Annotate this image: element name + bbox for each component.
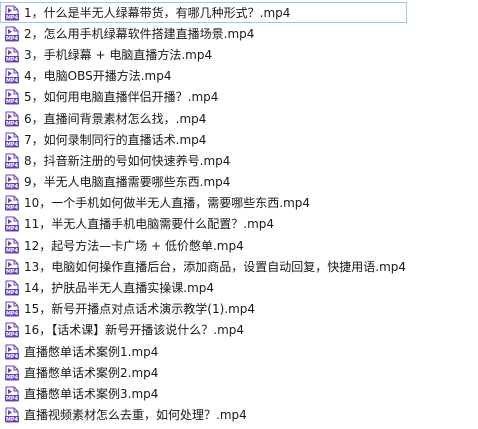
file-name-label: 11，半无人直播手机电脑需要什么配置？.mp4 [24, 217, 275, 232]
mp4-video-file-icon: MP4 [4, 216, 20, 232]
file-name-label: 直播视频素材怎么去重，如何处理？.mp4 [24, 408, 247, 423]
file-row[interactable]: MP4 16，【话术课】新号开播该说什么？.mp4 [0, 320, 478, 341]
mp4-badge-label: MP4 [6, 354, 19, 360]
mp4-video-file-icon: MP4 [4, 301, 20, 317]
mp4-badge-label: MP4 [6, 99, 19, 105]
file-name-label: 直播憋单话术案例1.mp4 [24, 344, 159, 359]
mp4-badge-label: MP4 [6, 311, 19, 317]
file-name-label: 13，电脑如何操作直播后台，添加商品，设置自动回复，快捷用语.mp4 [24, 259, 407, 274]
file-name-label: 1，什么是半无人绿幕带货，有哪几种形式？.mp4 [24, 5, 291, 20]
file-name-label: 5，如何用电脑直播伴侣开播？.mp4 [24, 90, 219, 105]
mp4-video-file-icon: MP4 [4, 132, 20, 148]
mp4-badge-label: MP4 [6, 248, 19, 254]
mp4-video-file-icon: MP4 [4, 259, 20, 275]
file-name-label: 6，直播间背景素材怎么找，.mp4 [24, 111, 207, 126]
file-row[interactable]: MP4 直播憋单话术案例2.mp4 [0, 362, 478, 383]
mp4-video-file-icon: MP4 [4, 68, 20, 84]
mp4-badge-label: MP4 [6, 121, 19, 127]
mp4-video-file-icon: MP4 [4, 111, 20, 127]
file-name-label: 7，如何录制同行的直播话术.mp4 [24, 132, 207, 147]
file-row[interactable]: MP4 14，护肤品半无人直播实操课.mp4 [0, 277, 478, 298]
file-name-label: 2，怎么用手机绿幕软件搭建直播场景.mp4 [24, 26, 255, 41]
file-name-label: 10，一个手机如何做半无人直播，需要哪些东西.mp4 [24, 196, 311, 211]
mp4-badge-label: MP4 [6, 57, 19, 63]
file-row[interactable]: MP4 13，电脑如何操作直播后台，添加商品，设置自动回复，快捷用语.mp4 [0, 256, 478, 277]
file-name-label: 16，【话术课】新号开播该说什么？.mp4 [24, 323, 245, 338]
mp4-badge-label: MP4 [6, 226, 19, 232]
file-row[interactable]: MP4 7，如何录制同行的直播话术.mp4 [0, 129, 478, 150]
file-row[interactable]: MP4 4，电脑OBS开播方法.mp4 [0, 66, 478, 87]
file-row[interactable]: MP4 9，半无人电脑直播需要哪些东西.mp4 [0, 172, 478, 193]
file-name-label: 3，手机绿幕 + 电脑直播方法.mp4 [24, 47, 213, 62]
file-row[interactable]: MP4 5，如何用电脑直播伴侣开播？.mp4 [0, 87, 478, 108]
file-list: MP4 1，什么是半无人绿幕带货，有哪几种形式？.mp4 MP4 2，怎么用手机绿幕软… [0, 2, 478, 426]
mp4-video-file-icon: MP4 [4, 238, 20, 254]
mp4-badge-label: MP4 [6, 375, 19, 381]
file-name-label: 直播憋单话术案例2.mp4 [24, 365, 159, 380]
mp4-badge-label: MP4 [6, 332, 19, 338]
file-name-label: 4，电脑OBS开播方法.mp4 [24, 69, 172, 84]
file-row[interactable]: MP4 10，一个手机如何做半无人直播，需要哪些东西.mp4 [0, 193, 478, 214]
mp4-video-file-icon: MP4 [4, 280, 20, 296]
file-name-label: 9，半无人电脑直播需要哪些东西.mp4 [24, 175, 231, 190]
mp4-video-file-icon: MP4 [4, 153, 20, 169]
file-name-label: 直播憋单话术案例3.mp4 [24, 386, 159, 401]
mp4-video-file-icon: MP4 [4, 47, 20, 63]
file-row[interactable]: MP4 12，起号方法—卡广场 + 低价憋单.mp4 [0, 235, 478, 256]
file-name-label: 15，新号开播点对点话术演示教学(1).mp4 [24, 302, 256, 317]
mp4-video-file-icon: MP4 [4, 344, 20, 360]
mp4-badge-label: MP4 [6, 396, 19, 402]
mp4-video-file-icon: MP4 [4, 89, 20, 105]
file-row[interactable]: MP4 1，什么是半无人绿幕带货，有哪几种形式？.mp4 [0, 2, 407, 24]
mp4-badge-label: MP4 [6, 78, 19, 84]
mp4-video-file-icon: MP4 [4, 386, 20, 402]
mp4-video-file-icon: MP4 [4, 26, 20, 42]
mp4-badge-label: MP4 [6, 290, 19, 296]
mp4-badge-label: MP4 [6, 142, 19, 148]
file-name-label: 12，起号方法—卡广场 + 低价憋单.mp4 [24, 238, 244, 253]
file-row[interactable]: MP4 3，手机绿幕 + 电脑直播方法.mp4 [0, 44, 478, 65]
file-name-label: 8，抖音新注册的号如何快速养号.mp4 [24, 153, 231, 168]
mp4-badge-label: MP4 [6, 163, 19, 169]
file-row[interactable]: MP4 8，抖音新注册的号如何快速养号.mp4 [0, 150, 478, 171]
mp4-badge-label: MP4 [6, 417, 19, 423]
mp4-video-file-icon: MP4 [4, 322, 20, 338]
file-row[interactable]: MP4 直播憋单话术案例3.mp4 [0, 383, 478, 404]
mp4-video-file-icon: MP4 [4, 174, 20, 190]
file-row[interactable]: MP4 15，新号开播点对点话术演示教学(1).mp4 [0, 299, 478, 320]
file-row[interactable]: MP4 直播憋单话术案例1.mp4 [0, 341, 478, 362]
mp4-badge-label: MP4 [6, 36, 19, 42]
file-row[interactable]: MP4 2，怎么用手机绿幕软件搭建直播场景.mp4 [0, 23, 478, 44]
file-name-label: 14，护肤品半无人直播实操课.mp4 [24, 281, 215, 296]
mp4-badge-label: MP4 [6, 15, 19, 21]
file-row[interactable]: MP4 6，直播间背景素材怎么找，.mp4 [0, 108, 478, 129]
file-row[interactable]: MP4 11，半无人直播手机电脑需要什么配置？.mp4 [0, 214, 478, 235]
file-row[interactable]: MP4 直播视频素材怎么去重，如何处理？.mp4 [0, 405, 478, 426]
mp4-badge-label: MP4 [6, 205, 19, 211]
mp4-badge-label: MP4 [6, 269, 19, 275]
mp4-video-file-icon: MP4 [4, 195, 20, 211]
mp4-video-file-icon: MP4 [4, 407, 20, 423]
mp4-badge-label: MP4 [6, 184, 19, 190]
mp4-video-file-icon: MP4 [4, 365, 20, 381]
mp4-video-file-icon: MP4 [4, 5, 20, 21]
